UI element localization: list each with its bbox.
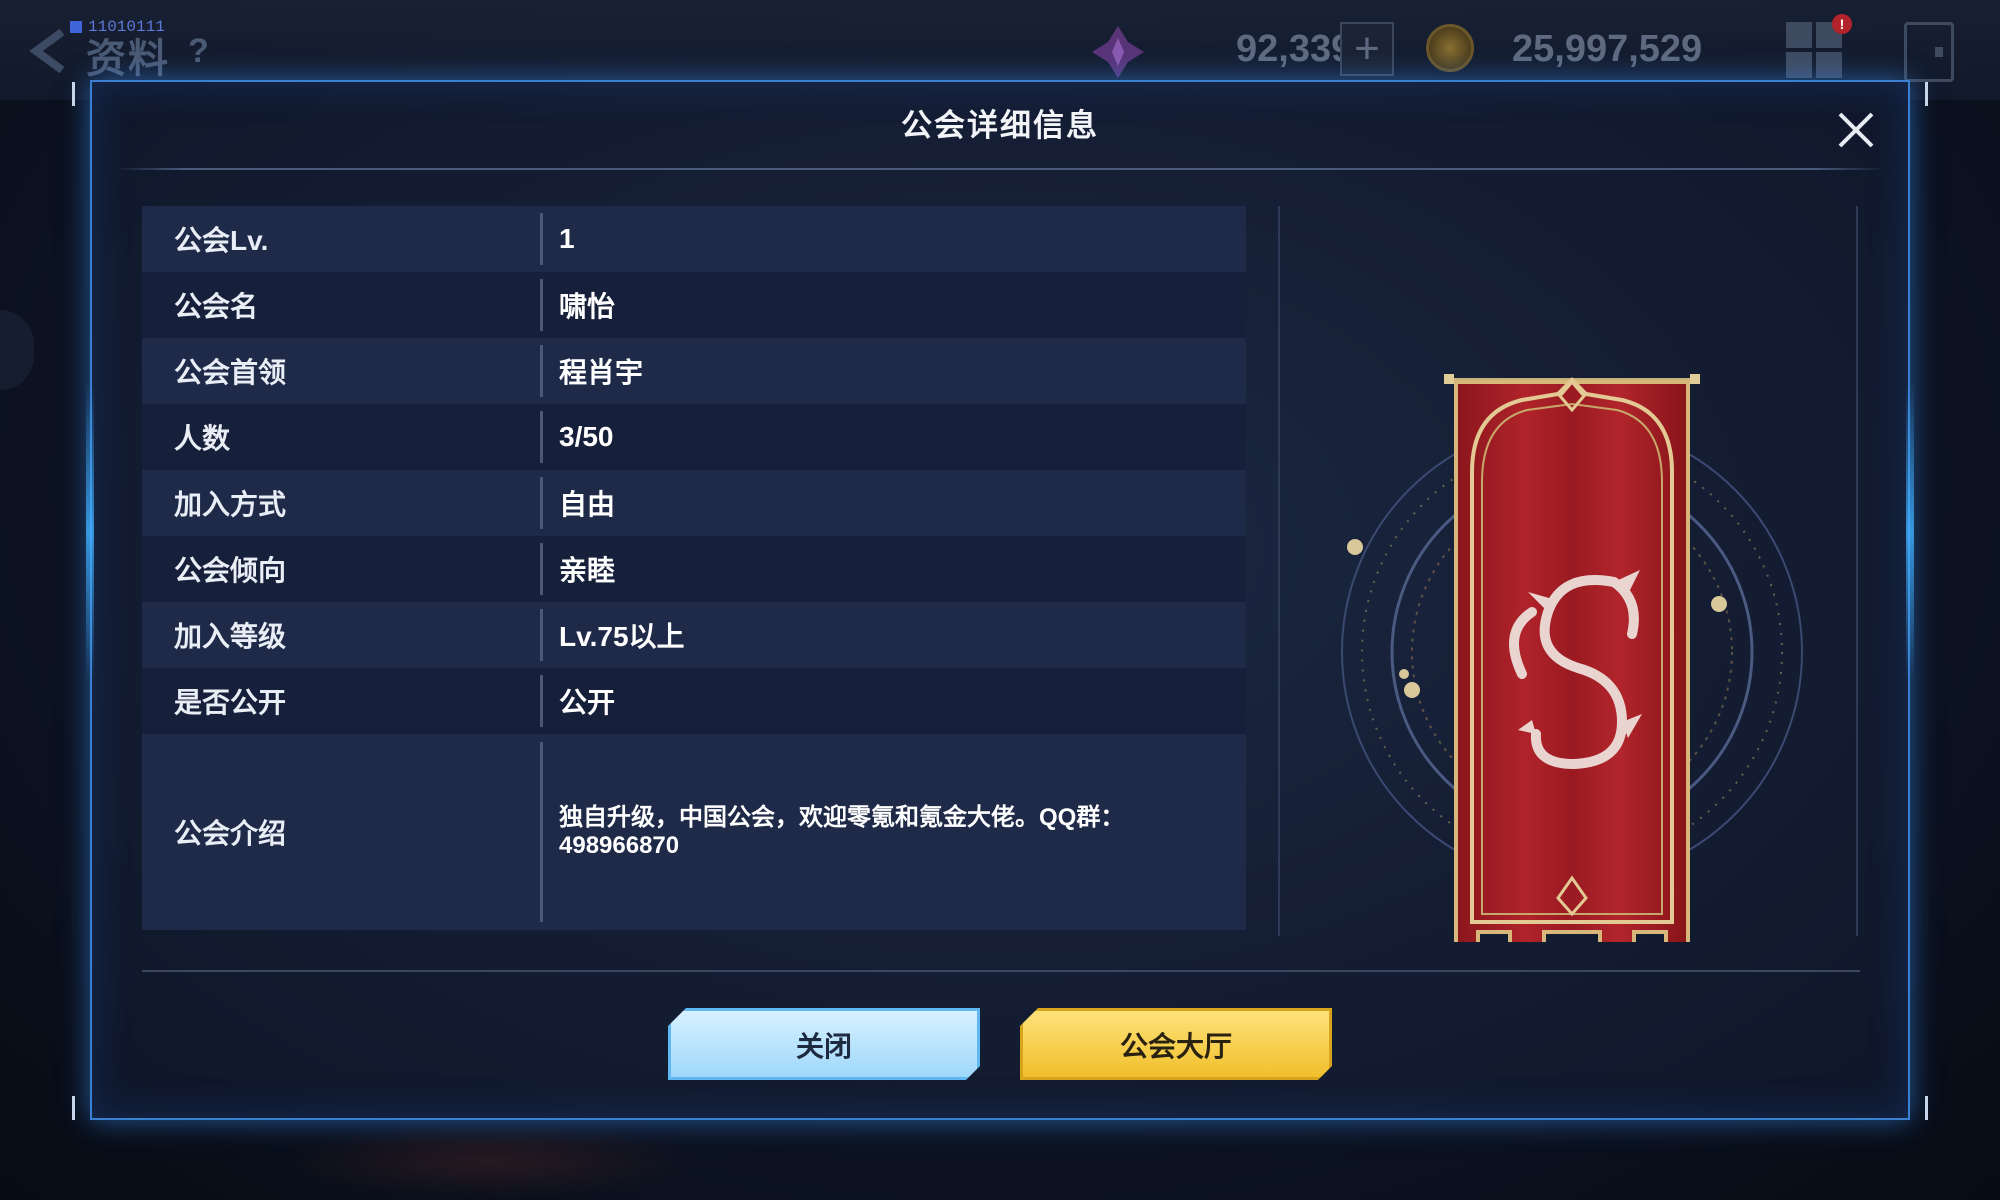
bottom-divider	[142, 970, 1860, 972]
row-value: 1	[559, 223, 575, 254]
row-label: 公会首领	[174, 357, 287, 388]
page-title: 资料	[86, 37, 170, 81]
guild-details-modal: 公会详细信息 公会Lv. 1 公会名 啸怡 公会首领 程肖宇 人数 3/50 加…	[72, 80, 1928, 1120]
row-label: 公会Lv.	[174, 225, 269, 256]
background-character	[280, 1120, 700, 1200]
table-row-join-level: 加入等级 Lv.75以上	[142, 602, 1246, 668]
table-row-intro: 公会介绍 独自升级，中国公会，欢迎零氪和氪金大佬。QQ群：498966870	[142, 734, 1246, 930]
row-value: 公开	[559, 687, 616, 718]
row-label: 公会介绍	[174, 818, 287, 849]
table-row-level: 公会Lv. 1	[142, 206, 1246, 272]
title-divider	[114, 168, 1886, 170]
guild-emblem	[1322, 282, 1822, 950]
row-value: 亲睦	[559, 555, 616, 586]
row-value: 3/50	[559, 421, 614, 452]
table-row-name: 公会名 啸怡	[142, 272, 1246, 338]
table-row-tendency: 公会倾向 亲睦	[142, 536, 1246, 602]
guild-hall-button[interactable]: 公会大厅	[1020, 1008, 1332, 1080]
panel-divider	[1856, 206, 1858, 936]
corner-mark	[1895, 1096, 1928, 1120]
coin-value: 25,997,529	[1512, 28, 1703, 70]
panel-divider	[1278, 206, 1280, 936]
purple-gem-icon	[1090, 24, 1146, 80]
gem-value: 92,339	[1236, 28, 1353, 70]
notification-badge: !	[1832, 14, 1852, 34]
row-label: 加入等级	[174, 621, 287, 652]
row-label: 人数	[174, 423, 231, 454]
side-tab	[0, 310, 34, 390]
row-label: 加入方式	[174, 489, 287, 520]
table-row-public: 是否公开 公开	[142, 668, 1246, 734]
table-row-leader: 公会首领 程肖宇	[142, 338, 1246, 404]
gold-coin-icon	[1426, 24, 1474, 72]
row-label: 是否公开	[174, 687, 287, 718]
add-gem-button[interactable]: +	[1340, 22, 1394, 76]
guild-info-table: 公会Lv. 1 公会名 啸怡 公会首领 程肖宇 人数 3/50 加入方式 自由 …	[142, 206, 1246, 930]
row-value: 自由	[559, 489, 616, 520]
help-icon[interactable]: ?	[188, 32, 209, 71]
row-value: 程肖宇	[559, 357, 644, 388]
row-value: 啸怡	[559, 291, 616, 322]
exit-door-icon[interactable]	[1904, 22, 1954, 82]
row-label: 公会倾向	[174, 555, 287, 586]
row-label: 公会名	[174, 291, 259, 322]
row-value: Lv.75以上	[559, 621, 685, 652]
close-icon[interactable]	[1832, 106, 1880, 154]
table-row-join-method: 加入方式 自由	[142, 470, 1246, 536]
modal-title: 公会详细信息	[901, 108, 1099, 143]
table-row-members: 人数 3/50	[142, 404, 1246, 470]
guild-description: 独自升级，中国公会，欢迎零氪和氪金大佬。QQ群：498966870	[559, 804, 1125, 859]
close-button[interactable]: 关闭	[668, 1008, 980, 1080]
corner-mark	[72, 1096, 105, 1120]
